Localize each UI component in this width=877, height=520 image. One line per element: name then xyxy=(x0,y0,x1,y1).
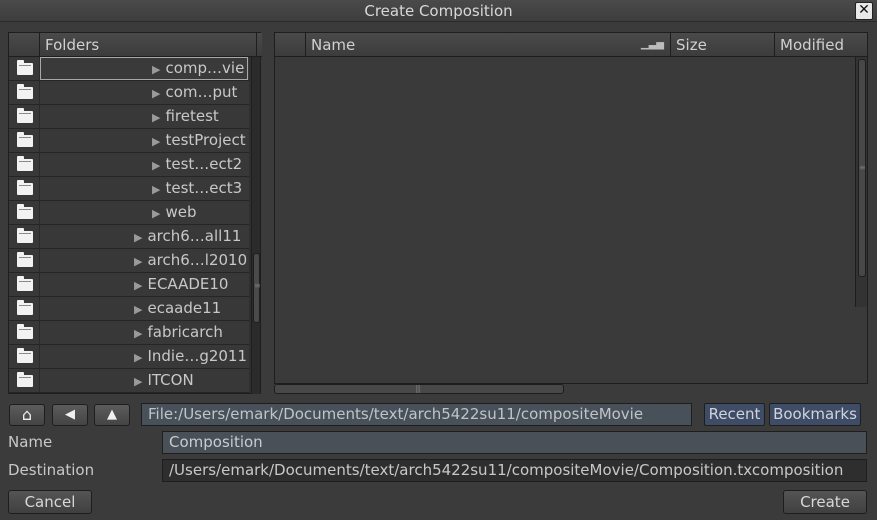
folder-row[interactable]: ▶ web xyxy=(9,201,249,225)
expand-arrow-icon[interactable]: ▶ xyxy=(134,255,142,268)
expand-arrow-icon[interactable]: ▶ xyxy=(152,159,160,172)
files-vertical-scrollbar[interactable]: ≡ xyxy=(855,57,867,307)
back-arrow-icon: ◀ xyxy=(65,407,75,422)
expand-arrow-icon[interactable]: ▶ xyxy=(134,327,142,340)
files-horizontal-scrollbar[interactable]: ||| xyxy=(274,384,564,394)
folder-icon xyxy=(17,204,33,219)
column-header-name[interactable]: Name ▁▃▅ xyxy=(306,33,671,57)
column-header-size[interactable]: Size xyxy=(671,33,775,57)
bookmarks-button[interactable]: Bookmarks xyxy=(769,403,861,426)
folder-label: fabricarch xyxy=(147,323,223,341)
close-button[interactable]: ✕ xyxy=(855,2,873,20)
folder-row[interactable]: ▶ ITCON xyxy=(9,369,249,393)
name-field[interactable]: Composition xyxy=(162,431,867,454)
up-arrow-icon: ▲ xyxy=(107,407,117,422)
folders-scroll-thumb[interactable]: ≡ xyxy=(253,253,261,323)
expand-arrow-icon[interactable]: ▶ xyxy=(134,375,142,388)
folder-label: test…ect3 xyxy=(165,179,243,197)
home-icon: ⌂ xyxy=(21,405,33,424)
expand-arrow-icon[interactable]: ▶ xyxy=(134,303,142,316)
folder-label: web xyxy=(165,203,197,221)
folder-label: comp…vie xyxy=(165,59,245,77)
folder-icon xyxy=(17,156,33,171)
destination-label: Destination xyxy=(8,461,95,479)
destination-field[interactable]: /Users/emark/Documents/text/arch5422su11… xyxy=(162,459,867,482)
column-header-modified[interactable]: Modified xyxy=(775,33,867,57)
home-button[interactable]: ⌂ xyxy=(9,404,45,426)
folder-row[interactable]: ▶ fabricarch xyxy=(9,321,249,345)
expand-arrow-icon[interactable]: ▶ xyxy=(134,351,142,364)
expand-arrow-icon[interactable]: ▶ xyxy=(152,111,160,124)
window-title: Create Composition xyxy=(364,2,513,20)
files-panel: Name ▁▃▅ Size Modified ≡ xyxy=(274,32,868,384)
folders-header[interactable]: Folders xyxy=(40,33,257,57)
folder-icon xyxy=(17,252,33,267)
folder-icon xyxy=(17,228,33,243)
cancel-button[interactable]: Cancel xyxy=(8,490,92,514)
folder-label: ITCON xyxy=(147,371,194,389)
folder-row[interactable]: ▶ comp…vie xyxy=(9,57,249,81)
sort-bars-icon: ▁▃▅ xyxy=(640,39,664,50)
folder-label: com…put xyxy=(165,83,238,101)
folder-label: Indie…g2011 xyxy=(147,347,248,365)
grip-icon: ||| xyxy=(415,384,421,393)
files-scroll-thumb[interactable]: ≡ xyxy=(858,59,866,277)
folder-icon xyxy=(17,324,33,339)
folder-icon xyxy=(17,300,33,315)
expand-arrow-icon[interactable]: ▶ xyxy=(152,63,160,76)
folder-row[interactable]: ▶ test…ect2 xyxy=(9,153,249,177)
name-label: Name xyxy=(8,433,53,451)
recent-button[interactable]: Recent xyxy=(704,403,765,426)
title-bar: Create Composition ✕ xyxy=(0,0,877,22)
folder-row[interactable]: ▶ test…ect3 xyxy=(9,177,249,201)
folder-label: test…ect2 xyxy=(165,155,243,173)
path-field[interactable]: File:/Users/emark/Documents/text/arch542… xyxy=(141,403,692,426)
folders-header-icon-col xyxy=(9,33,40,57)
folder-icon xyxy=(17,276,33,291)
files-header-icon-col xyxy=(275,33,306,57)
folder-icon xyxy=(17,84,33,99)
grip-icon: ≡ xyxy=(254,281,261,290)
folder-label: ecaade11 xyxy=(147,299,222,317)
folder-label: firetest xyxy=(165,107,219,125)
up-button[interactable]: ▲ xyxy=(94,404,130,426)
folder-icon xyxy=(17,180,33,195)
folder-icon xyxy=(17,348,33,363)
folders-panel: Folders ▶ comp…vie ▶ com…put ▶ firetest ▶ te… xyxy=(8,32,262,394)
folder-icon xyxy=(17,108,33,123)
folder-label: arch6…all11 xyxy=(147,227,242,245)
back-button[interactable]: ◀ xyxy=(52,404,88,426)
folder-row[interactable]: ▶ ecaade11 xyxy=(9,297,249,321)
expand-arrow-icon[interactable]: ▶ xyxy=(134,231,142,244)
folder-icon xyxy=(17,60,33,75)
expand-arrow-icon[interactable]: ▶ xyxy=(152,207,160,220)
folder-row[interactable]: ▶ ECAADE10 xyxy=(9,273,249,297)
folder-icon xyxy=(17,132,33,147)
folder-label: testProject xyxy=(165,131,246,149)
expand-arrow-icon[interactable]: ▶ xyxy=(152,183,160,196)
folders-scrollbar[interactable]: ≡ xyxy=(251,57,261,394)
folder-label: ECAADE10 xyxy=(147,275,229,293)
folder-row[interactable]: ▶ Indie…g2011 xyxy=(9,345,249,369)
folder-row[interactable]: ▶ firetest xyxy=(9,105,249,129)
grip-icon: ≡ xyxy=(859,163,866,172)
create-button[interactable]: Create xyxy=(783,490,867,514)
folder-row[interactable]: ▶ arch6…all11 xyxy=(9,225,249,249)
folder-row[interactable]: ▶ com…put xyxy=(9,81,249,105)
expand-arrow-icon[interactable]: ▶ xyxy=(152,135,160,148)
folder-label: arch6…l2010 xyxy=(147,251,248,269)
folder-icon xyxy=(17,372,33,387)
expand-arrow-icon[interactable]: ▶ xyxy=(152,87,160,100)
folder-row[interactable]: ▶ testProject xyxy=(9,129,249,153)
expand-arrow-icon[interactable]: ▶ xyxy=(134,279,142,292)
folder-row[interactable]: ▶ arch6…l2010 xyxy=(9,249,249,273)
